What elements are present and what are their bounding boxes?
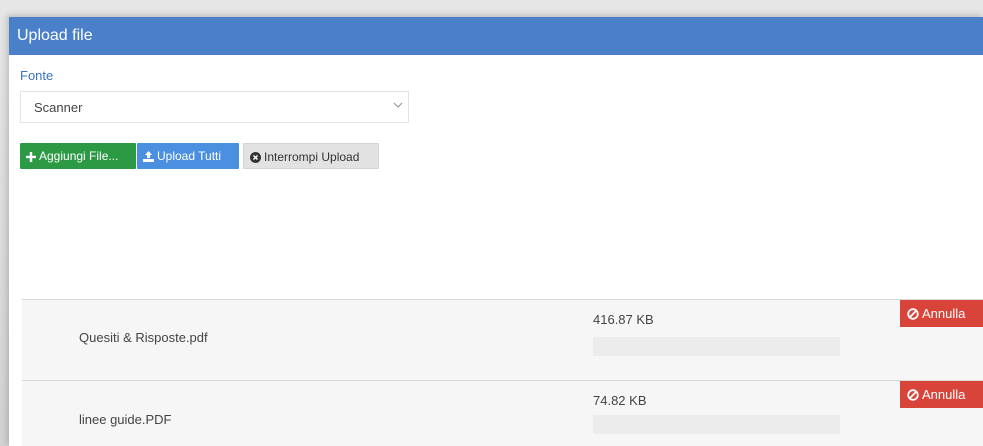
ban-icon (907, 308, 919, 320)
dialog-header: Upload file (9, 17, 983, 55)
add-file-label: Aggiungi File... (39, 149, 119, 163)
stop-upload-label: Interrompi Upload (264, 150, 360, 164)
upload-dialog: Upload file Fonte Scanner Aggiungi File.… (9, 17, 983, 446)
stop-upload-button[interactable]: Interrompi Upload (243, 143, 379, 169)
file-name: Quesiti & Risposte.pdf (79, 330, 208, 345)
cancel-upload-label: Annulla (922, 387, 966, 402)
window-frame: Upload file Fonte Scanner Aggiungi File.… (0, 0, 983, 446)
cancel-upload-label: Annulla (922, 306, 966, 321)
ban-icon (907, 389, 919, 401)
cancel-upload-button[interactable]: Annulla (900, 381, 983, 408)
upload-icon (143, 151, 154, 162)
cancel-upload-button[interactable]: Annulla (900, 300, 983, 327)
dialog-title: Upload file (17, 27, 93, 44)
upload-all-button[interactable]: Upload Tutti (137, 143, 239, 169)
upload-progress-bar (593, 337, 840, 356)
times-circle-icon (250, 152, 261, 163)
upload-all-label: Upload Tutti (157, 149, 222, 163)
file-row: Quesiti & Risposte.pdf 416.87 KB Annulla (22, 299, 983, 380)
chevron-down-icon (393, 102, 403, 108)
source-label: Fonte (20, 68, 54, 83)
file-size: 416.87 KB (593, 312, 654, 327)
source-select[interactable]: Scanner (20, 91, 409, 123)
file-name: linee guide.PDF (79, 412, 172, 427)
add-file-button[interactable]: Aggiungi File... (20, 143, 136, 169)
source-select-value: Scanner (34, 100, 83, 115)
upload-progress-bar (593, 415, 840, 434)
file-size: 74.82 KB (593, 393, 647, 408)
plus-icon (26, 152, 36, 162)
file-row: linee guide.PDF 74.82 KB Annulla (22, 380, 983, 446)
